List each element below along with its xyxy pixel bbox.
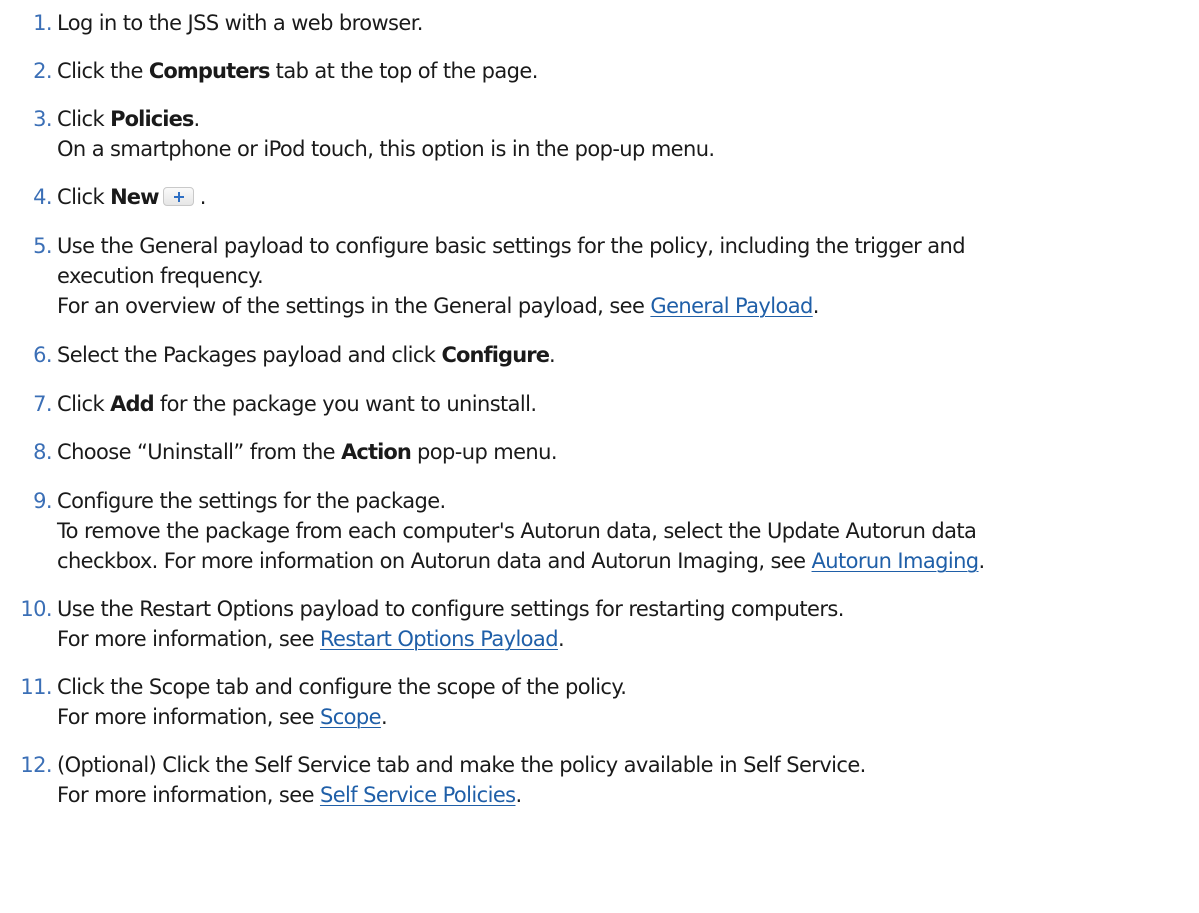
add-label: Add	[110, 392, 155, 416]
step-number: 7.	[33, 392, 52, 416]
step-number: 3.	[33, 107, 52, 131]
step-number: 1.	[33, 11, 52, 35]
self-service-policies-link[interactable]: Self Service Policies	[320, 783, 516, 807]
step-text-part: Click	[57, 107, 111, 131]
step-text: Use the General payload to configure bas…	[57, 234, 966, 258]
step-text-part: For more information, see	[57, 783, 320, 807]
step-text: Click New .	[57, 182, 1199, 212]
step-text-part: .	[557, 627, 565, 651]
step-number: 2.	[33, 59, 52, 83]
step-text-part: .	[380, 705, 388, 729]
step-note: On a smartphone or iPod touch, this opti…	[57, 137, 715, 161]
step-note: For more information, see Scope.	[57, 702, 1199, 732]
plus-icon	[162, 187, 194, 206]
step-text-part: Click the	[57, 59, 149, 83]
step-text-part: For more information, see	[57, 627, 320, 651]
configure-label: Configure	[441, 343, 550, 367]
step-text-part: pop-up menu.	[410, 440, 557, 464]
step-text: (Optional) Click the Self Service tab an…	[57, 753, 866, 777]
step-text-part: .	[549, 343, 556, 367]
step-note: To remove the package from each computer…	[57, 519, 977, 543]
step-text: Choose “Uninstall” from the Action pop-u…	[57, 437, 1199, 467]
step-text-part: Select the Packages payload and click	[57, 343, 442, 367]
step-text-part: Click	[57, 185, 111, 209]
step-text: Click Add for the package you want to un…	[57, 389, 1199, 419]
step-text: execution frequency.	[57, 264, 264, 288]
step-text-part: .	[812, 294, 820, 318]
step-text-part: checkbox. For more information on Autoru…	[57, 549, 812, 573]
step-text: Configure the settings for the package.	[57, 489, 446, 513]
step-number: 12.	[20, 753, 52, 777]
step-text-part: .	[193, 107, 201, 131]
step-text: Use the Restart Options payload to confi…	[57, 597, 844, 621]
step-text-part: .	[193, 185, 207, 209]
autorun-imaging-link[interactable]: Autorun Imaging	[812, 549, 980, 573]
step-number: 10.	[20, 597, 52, 621]
step-note: checkbox. For more information on Autoru…	[57, 546, 1199, 576]
step-text-part: tab at the top of the page.	[269, 59, 539, 83]
step-text: Select the Packages payload and click Co…	[57, 340, 1199, 370]
step-note: For an overview of the settings in the G…	[57, 291, 1199, 321]
restart-options-payload-link[interactable]: Restart Options Payload	[320, 627, 559, 651]
step-text-part: Choose “Uninstall” from the	[57, 440, 342, 464]
scope-link[interactable]: Scope	[320, 705, 382, 729]
action-label: Action	[341, 440, 412, 464]
step-number: 8.	[33, 440, 52, 464]
step-text-part: .	[978, 549, 986, 573]
step-number: 4.	[33, 185, 52, 209]
computers-tab-label: Computers	[148, 59, 271, 83]
general-payload-link[interactable]: General Payload	[650, 294, 813, 318]
step-text-part: For more information, see	[57, 705, 320, 729]
step-text-part: Click	[57, 392, 111, 416]
step-text: Log in to the JSS with a web browser.	[57, 11, 423, 35]
step-note: For more information, see Self Service P…	[57, 780, 1199, 810]
step-text: Click the Scope tab and configure the sc…	[57, 675, 627, 699]
new-label: New	[110, 185, 159, 209]
policies-label: Policies	[110, 107, 194, 131]
step-number: 11.	[20, 675, 52, 699]
step-number: 5.	[33, 234, 52, 258]
step-note: For more information, see Restart Option…	[57, 624, 1199, 654]
step-number: 9.	[33, 489, 52, 513]
step-text: Click Policies.	[57, 104, 1199, 134]
step-text: Click the Computers tab at the top of th…	[57, 56, 1199, 86]
step-text-part: .	[515, 783, 522, 807]
step-text-part: for the package you want to uninstall.	[153, 392, 537, 416]
step-text-part: For an overview of the settings in the G…	[57, 294, 651, 318]
step-number: 6.	[33, 343, 52, 367]
